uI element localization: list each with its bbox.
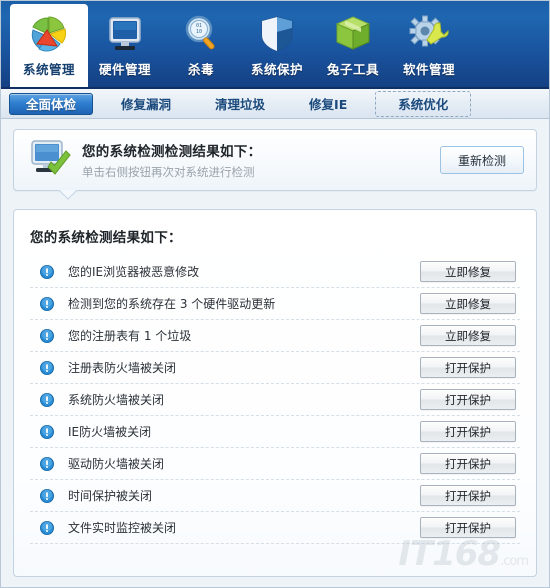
rescan-button[interactable]: 重新检测 xyxy=(440,146,524,174)
result-row-text: 系统防火墙被关闭 xyxy=(68,393,165,407)
result-row-text: IE防火墙被关闭 xyxy=(68,425,152,439)
tab-fix-vulnerabilities[interactable]: 修复漏洞 xyxy=(105,93,187,115)
info-exclamation-icon xyxy=(40,488,62,503)
banner-title: 您的系统检测检测结果如下： xyxy=(82,144,262,160)
toolbar-item-system-protection[interactable]: 系统保护 xyxy=(239,5,315,87)
toolbar-item-label: 系统管理 xyxy=(22,62,75,77)
magnifier-icon: 01 10 xyxy=(174,11,228,57)
monitor-check-icon xyxy=(28,137,74,183)
result-row-action-button[interactable]: 打开保护 xyxy=(420,357,516,378)
result-row: 时间保护被关闭 打开保护 xyxy=(30,480,520,512)
banner-text-group: 您的系统检测检测结果如下： 单击右侧按钮再次对系统进行检测 xyxy=(74,140,440,180)
info-exclamation-icon xyxy=(40,296,62,311)
info-exclamation-icon xyxy=(40,456,62,471)
toolbar-item-label: 硬件管理 xyxy=(98,62,151,77)
info-exclamation-icon xyxy=(40,360,62,375)
result-row: 您的注册表有 1 个垃圾 立即修复 xyxy=(30,320,520,352)
info-exclamation-icon xyxy=(40,424,62,439)
result-row: 驱动防火墙被关闭 打开保护 xyxy=(30,448,520,480)
monitor-icon xyxy=(98,11,152,57)
status-banner-wrapper: 您的系统检测检测结果如下： 单击右侧按钮再次对系统进行检测 重新检测 xyxy=(13,129,537,191)
result-row-action-button[interactable]: 立即修复 xyxy=(420,261,516,282)
result-row: 文件实时监控被关闭 打开保护 xyxy=(30,512,520,544)
result-row-action-button[interactable]: 立即修复 xyxy=(420,325,516,346)
results-title: 您的系统检测结果如下： xyxy=(30,230,182,246)
toolbar-item-label: 兔子工具 xyxy=(326,62,379,77)
result-row-text: 您的注册表有 1 个垃圾 xyxy=(68,329,192,343)
main-toolbar: 系统管理 硬件管理 01 10 杀毒 系统保护 兔子工具 软件管理 xyxy=(1,1,549,89)
info-exclamation-icon xyxy=(40,264,62,279)
info-exclamation-icon xyxy=(40,520,62,535)
result-row-action-button[interactable]: 打开保护 xyxy=(420,485,516,506)
content-area: 您的系统检测检测结果如下： 单击右侧按钮再次对系统进行检测 重新检测 您的系统检… xyxy=(1,119,549,577)
result-row: 注册表防火墙被关闭 打开保护 xyxy=(30,352,520,384)
toolbar-item-hardware-management[interactable]: 硬件管理 xyxy=(87,5,163,87)
result-row-text: 文件实时监控被关闭 xyxy=(68,521,177,535)
result-row-text: 您的IE浏览器被恶意修改 xyxy=(68,265,200,279)
result-row-action-button[interactable]: 打开保护 xyxy=(420,421,516,442)
toolbar-item-software-management[interactable]: 软件管理 xyxy=(391,5,467,87)
result-row: 您的IE浏览器被恶意修改 立即修复 xyxy=(30,256,520,288)
shield-icon xyxy=(250,11,304,57)
tab-full-checkup[interactable]: 全面体检 xyxy=(9,92,94,115)
result-row-action-button[interactable]: 打开保护 xyxy=(420,517,516,538)
green-box-icon xyxy=(326,11,380,57)
result-row-action-button[interactable]: 立即修复 xyxy=(420,293,516,314)
tab-system-optimization[interactable]: 系统优化 xyxy=(375,90,472,117)
tab-repair-ie[interactable]: 修复IE xyxy=(293,93,363,115)
result-row-text: 检测到您的系统存在 3 个硬件驱动更新 xyxy=(68,297,276,311)
toolbar-item-antivirus[interactable]: 01 10 杀毒 xyxy=(163,5,239,87)
tab-strip: 全面体检 修复漏洞 清理垃圾 修复IE 系统优化 xyxy=(1,89,549,119)
toolbar-item-rabbit-tools[interactable]: 兔子工具 xyxy=(315,5,391,87)
result-row-text: 驱动防火墙被关闭 xyxy=(68,457,165,471)
info-exclamation-icon xyxy=(40,328,62,343)
watermark-suffix: .com xyxy=(500,554,529,569)
results-list: 您的IE浏览器被恶意修改 立即修复 检测到您的系统存在 3 个硬件驱动更新 立即修复您… xyxy=(30,256,520,544)
result-row: 检测到您的系统存在 3 个硬件驱动更新 立即修复 xyxy=(30,288,520,320)
result-row: 系统防火墙被关闭 打开保护 xyxy=(30,384,520,416)
info-exclamation-icon xyxy=(40,392,62,407)
toolbar-item-label: 软件管理 xyxy=(402,62,455,77)
gear-wrench-icon xyxy=(402,11,456,57)
toolbar-item-label: 杀毒 xyxy=(187,62,214,77)
result-row-action-button[interactable]: 打开保护 xyxy=(420,389,516,410)
banner-subtitle: 单击右侧按钮再次对系统进行检测 xyxy=(82,165,255,179)
svg-text:10: 10 xyxy=(196,29,202,35)
status-banner: 您的系统检测检测结果如下： 单击右侧按钮再次对系统进行检测 重新检测 xyxy=(13,129,537,191)
result-row-action-button[interactable]: 打开保护 xyxy=(420,453,516,474)
results-panel: 您的系统检测结果如下： 您的IE浏览器被恶意修改 立即修复 检测到您的系统存在 3 … xyxy=(13,209,537,577)
banner-pointer-tail xyxy=(59,190,81,200)
toolbar-item-label: 系统保护 xyxy=(250,62,303,77)
toolbar-item-system-management[interactable]: 系统管理 xyxy=(11,5,87,87)
result-row-text: 时间保护被关闭 xyxy=(68,489,153,503)
tab-clean-junk[interactable]: 清理垃圾 xyxy=(199,93,281,115)
application-window: 系统管理 硬件管理 01 10 杀毒 系统保护 兔子工具 软件管理 全面体检 修… xyxy=(0,0,550,588)
result-row-text: 注册表防火墙被关闭 xyxy=(68,361,177,375)
pie-chart-icon xyxy=(22,11,76,57)
result-row: IE防火墙被关闭 打开保护 xyxy=(30,416,520,448)
